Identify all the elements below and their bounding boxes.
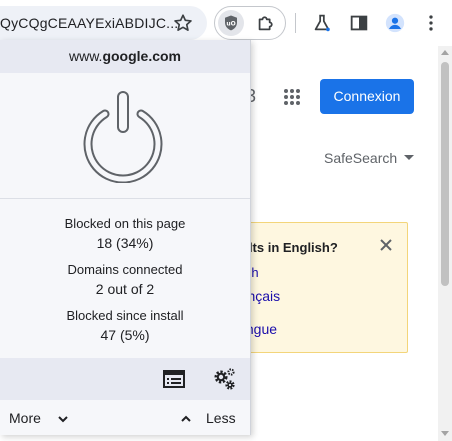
ublock-origin-button[interactable]: uO xyxy=(218,10,244,36)
stat-value-blocked-install: 47 (5%) xyxy=(100,327,150,343)
more-button[interactable]: More xyxy=(9,410,41,426)
chevron-up-icon[interactable] xyxy=(180,412,192,424)
chevron-down-icon[interactable] xyxy=(57,412,69,424)
kebab-menu-icon[interactable] xyxy=(420,12,442,34)
gears-icon[interactable] xyxy=(212,367,236,391)
stat-label-domains: Domains connected xyxy=(67,262,183,277)
side-panel-icon[interactable] xyxy=(348,12,370,34)
less-button[interactable]: Less xyxy=(206,410,236,426)
stat-label-blocked-install: Blocked since install xyxy=(66,308,184,323)
logger-list-icon[interactable] xyxy=(163,370,185,388)
scroll-up-arrow-icon[interactable] xyxy=(441,50,449,55)
stat-label-blocked-page: Blocked on this page xyxy=(64,216,186,231)
hostname-domain: google.com xyxy=(102,48,181,64)
popup-tools xyxy=(0,358,250,400)
address-bar[interactable]: QyCQgCEAAYExiABDIJC... xyxy=(0,6,207,40)
profile-icon[interactable] xyxy=(384,12,406,34)
safesearch-menu[interactable]: SafeSearch xyxy=(324,150,397,166)
svg-text:uO: uO xyxy=(226,21,235,28)
star-icon[interactable] xyxy=(172,12,194,34)
sign-in-button[interactable]: Connexion xyxy=(320,79,414,114)
scroll-down-arrow-icon[interactable] xyxy=(441,431,449,436)
hostname-prefix: www. xyxy=(68,48,103,64)
language-notice: ults in English? ish rançais langue xyxy=(235,222,408,353)
stat-value-domains: 2 out of 2 xyxy=(95,281,155,297)
popup-separator xyxy=(0,198,250,199)
apps-grid-icon[interactable] xyxy=(283,88,301,106)
popup-hostname: www.google.com xyxy=(0,40,250,73)
url-text[interactable]: QyCQgCEAAYExiABDIJC... xyxy=(0,15,178,31)
close-icon[interactable] xyxy=(378,237,394,253)
stat-value-blocked-page: 18 (34%) xyxy=(96,235,154,251)
scrollbar-thumb[interactable] xyxy=(441,62,449,286)
extension-group: uO xyxy=(214,6,286,40)
flask-icon[interactable] xyxy=(311,12,333,34)
notice-title: ults in English? xyxy=(241,240,338,255)
power-icon[interactable] xyxy=(75,87,171,184)
puzzle-icon[interactable] xyxy=(255,12,277,34)
ublock-origin-icon: uO xyxy=(225,15,237,31)
popup-expand-bar: More Less xyxy=(0,400,250,435)
caret-down-icon[interactable] xyxy=(404,155,414,160)
toolbar-divider xyxy=(295,13,296,33)
ublock-popup: www.google.com Blocked on this page 18 (… xyxy=(0,40,251,435)
